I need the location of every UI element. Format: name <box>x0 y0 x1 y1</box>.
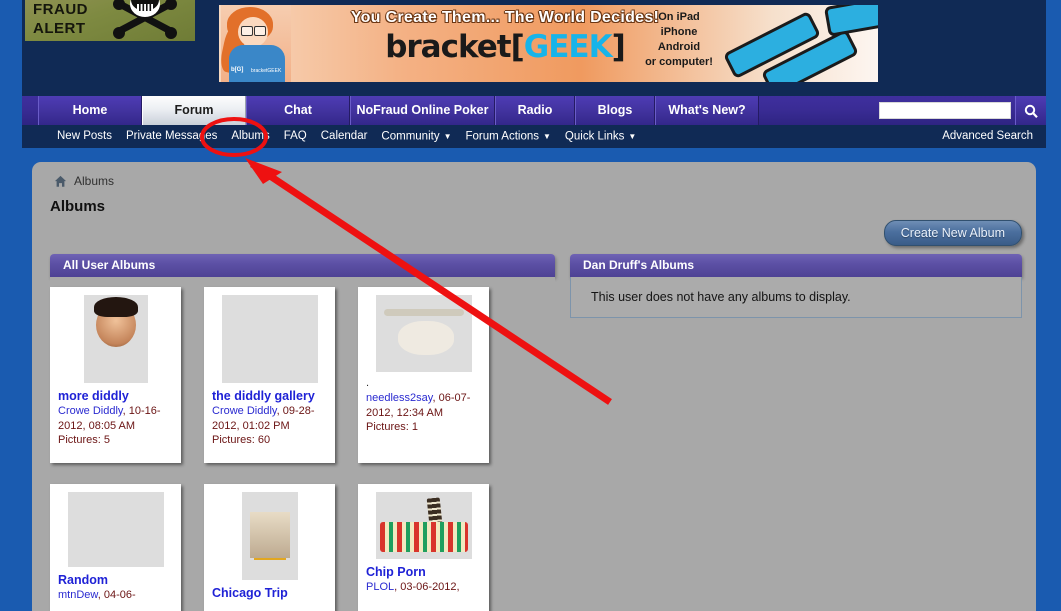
page-content: Albums Albums Create New Album All User … <box>32 162 1036 611</box>
album-thumbnail[interactable] <box>58 492 173 567</box>
album-card[interactable]: more diddly Crowe Diddly, 10-16-2012, 08… <box>50 287 181 463</box>
magnifier-icon <box>1024 104 1038 118</box>
chevron-down-icon: ▼ <box>443 131 452 141</box>
skull-and-crossbones-icon <box>113 0 177 39</box>
all-user-albums-body: more diddly Crowe Diddly, 10-16-2012, 08… <box>50 277 555 611</box>
album-date: 03-06-2012, <box>400 581 460 593</box>
album-meta: needless2say, 06-07-2012, 12:34 AM <box>366 392 471 419</box>
album-title[interactable]: . <box>366 376 481 390</box>
subnav-forum-actions[interactable]: Forum Actions ▼ <box>459 125 558 149</box>
album-thumbnail[interactable] <box>366 295 481 372</box>
banner-character-illustration: b[G] bracketGEEK <box>219 5 291 82</box>
album-card[interactable]: Chicago Trip <box>204 484 335 611</box>
album-picture-count: Pictures: 5 <box>58 434 110 446</box>
album-author[interactable]: needless2say <box>366 392 432 404</box>
subnav-private-messages[interactable]: Private Messages <box>119 125 224 148</box>
create-new-album-button[interactable]: Create New Album <box>883 220 1022 246</box>
search-button[interactable] <box>1015 96 1046 125</box>
album-card[interactable]: the diddly gallery Crowe Diddly, 09-28-2… <box>204 287 335 463</box>
banner-badge-small: b[G] <box>231 67 244 73</box>
nav-tab-blogs[interactable]: Blogs <box>575 96 655 125</box>
nav-tab-nofraud-online-poker[interactable]: NoFraud Online Poker <box>350 96 495 125</box>
banner-brand-mid: GEEK <box>523 29 613 65</box>
search-input[interactable] <box>879 102 1011 119</box>
chevron-down-icon: ▼ <box>543 131 551 141</box>
subnav-albums[interactable]: Albums <box>224 125 276 148</box>
subnav-faq[interactable]: FAQ <box>277 125 314 148</box>
album-thumbnail[interactable] <box>212 295 327 383</box>
user-albums-panel: Dan Druff's Albums This user does not ha… <box>570 254 1022 318</box>
all-user-albums-panel: All User Albums more diddly Crowe Diddly… <box>50 254 555 611</box>
site-logo[interactable]: FRAUD ALERT <box>25 0 195 41</box>
album-picture-count: Pictures: 60 <box>212 434 271 446</box>
main-navigation-tabs: Home Forum Chat NoFraud Online Poker Rad… <box>38 96 759 125</box>
album-card[interactable]: Random mtnDew, 04-06- <box>50 484 181 611</box>
album-meta: PLOL, 03-06-2012, <box>366 581 460 593</box>
album-row-1: more diddly Crowe Diddly, 10-16-2012, 08… <box>50 277 555 463</box>
chevron-down-icon: ▼ <box>628 131 637 141</box>
subnav-community[interactable]: Community ▼ <box>374 125 458 149</box>
album-thumbnail[interactable] <box>212 492 327 580</box>
nav-tab-home[interactable]: Home <box>38 96 142 125</box>
album-thumbnail[interactable] <box>58 295 173 383</box>
logo-line-2: ALERT <box>33 20 86 37</box>
subnav-quick-links[interactable]: Quick Links ▼ <box>558 125 643 149</box>
album-card[interactable]: . needless2say, 06-07-2012, 12:34 AM Pic… <box>358 287 489 463</box>
nav-tab-radio[interactable]: Radio <box>495 96 575 125</box>
banner-brand-left: bracket[ <box>385 29 525 65</box>
nav-tab-chat[interactable]: Chat <box>246 96 350 125</box>
user-albums-heading: Dan Druff's Albums <box>570 254 1022 277</box>
user-albums-empty-message: This user does not have any albums to di… <box>570 277 1022 318</box>
subnav-new-posts[interactable]: New Posts <box>50 125 119 148</box>
breadcrumb: Albums <box>54 174 114 188</box>
breadcrumb-albums[interactable]: Albums <box>74 174 114 188</box>
album-title[interactable]: Chicago Trip <box>212 586 327 600</box>
banner-badge-text: bracketGEEK <box>251 68 282 74</box>
banner-device-illustration <box>714 5 878 82</box>
album-meta: mtnDew, 04-06- <box>58 589 136 601</box>
album-title[interactable]: the diddly gallery <box>212 389 327 403</box>
all-user-albums-heading: All User Albums <box>50 254 555 277</box>
album-author[interactable]: PLOL <box>366 581 394 593</box>
header-search <box>879 96 1046 125</box>
logo-line-1: FRAUD <box>33 1 88 18</box>
sub-navigation-items: New Posts Private Messages Albums FAQ Ca… <box>50 125 643 148</box>
advanced-search-link[interactable]: Advanced Search <box>942 125 1033 148</box>
home-icon[interactable] <box>54 175 67 188</box>
banner-advertisement[interactable]: b[G] bracketGEEK You Create Them... The … <box>219 5 878 82</box>
album-thumbnail[interactable] <box>366 492 481 559</box>
album-meta: Crowe Diddly, 09-28-2012, 01:02 PM <box>212 405 315 432</box>
album-title[interactable]: Random <box>58 573 173 587</box>
subnav-calendar[interactable]: Calendar <box>314 125 375 148</box>
nav-tab-forum[interactable]: Forum <box>142 96 246 125</box>
album-row-2: Random mtnDew, 04-06- Chicago Trip Chip … <box>50 463 555 611</box>
page-title: Albums <box>50 198 106 215</box>
album-author[interactable]: Crowe Diddly <box>212 405 277 417</box>
album-meta: Crowe Diddly, 10-16-2012, 08:05 AM <box>58 405 161 432</box>
nav-tab-whats-new[interactable]: What's New? <box>655 96 759 125</box>
album-date: 04-06- <box>103 589 136 601</box>
album-picture-count: Pictures: 1 <box>366 421 418 433</box>
album-author[interactable]: mtnDew <box>58 589 98 601</box>
album-title[interactable]: Chip Porn <box>366 565 481 579</box>
album-title[interactable]: more diddly <box>58 389 173 403</box>
album-author[interactable]: Crowe Diddly <box>58 405 123 417</box>
album-card[interactable]: Chip Porn PLOL, 03-06-2012, <box>358 484 489 611</box>
